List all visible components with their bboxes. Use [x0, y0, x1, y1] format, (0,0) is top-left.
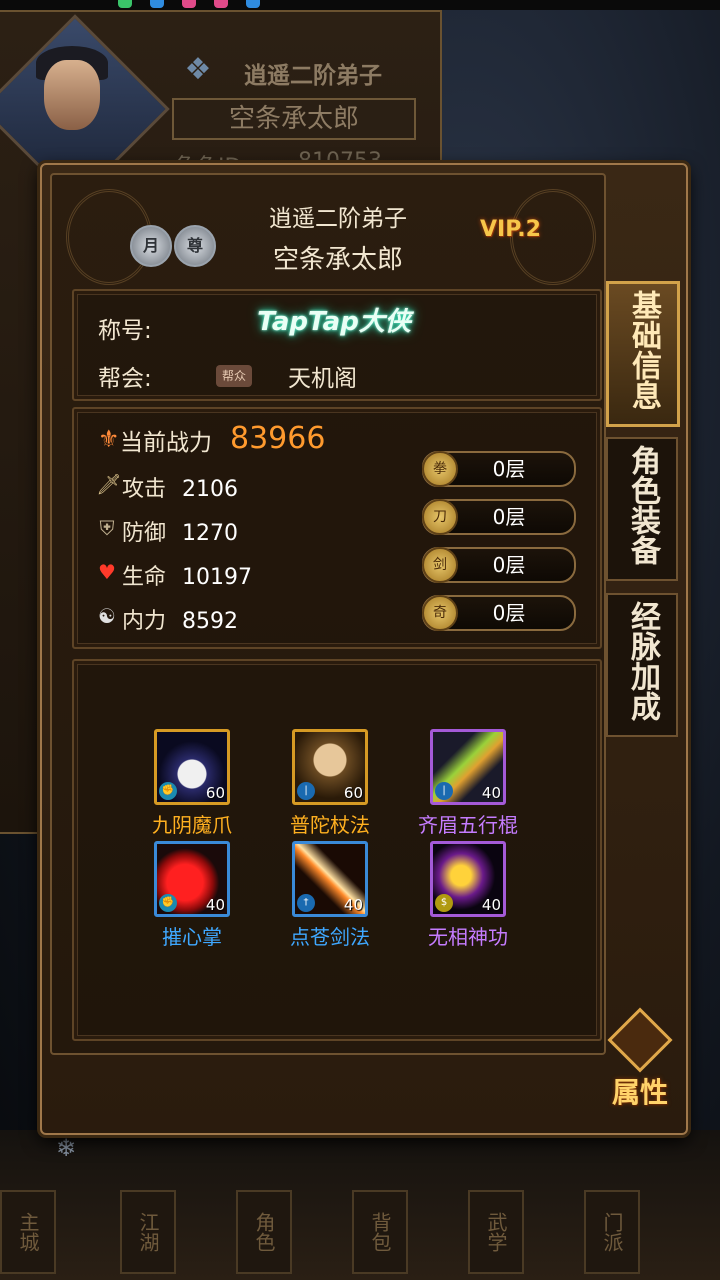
attributes-button[interactable]: 属性: [600, 1007, 680, 1109]
sword-type-icon: 剑: [422, 547, 458, 583]
title-label: 称号:: [98, 318, 152, 344]
stat-value-attack: 2106: [182, 477, 238, 502]
bg-rank-title: 逍遥二阶弟子: [244, 63, 382, 89]
skill-name: 点苍剑法: [290, 925, 370, 949]
special-icon: 奇: [422, 595, 458, 631]
layer-bar-fist[interactable]: 拳 0层: [422, 451, 576, 487]
yinyang-icon: ☯: [98, 604, 116, 628]
skill-level: 40: [343, 896, 363, 914]
layer-bar-special[interactable]: 奇 0层: [422, 595, 576, 631]
heart-icon: ♥: [98, 560, 116, 584]
fist-type-icon: ✊: [159, 894, 177, 912]
stat-name-attack: 攻击: [122, 477, 167, 502]
nav-main-city[interactable]: 主城: [0, 1190, 56, 1274]
app-icon: [118, 0, 132, 8]
nav-martial[interactable]: 武学: [468, 1190, 524, 1274]
palm-icon: ✊ 40: [154, 841, 230, 917]
skill-level: 60: [205, 784, 225, 802]
bg-player-name: 空条承太郎: [172, 98, 416, 140]
skill-level: 40: [481, 784, 501, 802]
sword-type-icon: †: [297, 894, 315, 912]
stat-value-inner-power: 8592: [182, 609, 238, 634]
tab-meridian[interactable]: 经脉加成: [606, 593, 678, 737]
layer-value: 0层: [492, 601, 526, 625]
nav-jianghu[interactable]: 江湖: [120, 1190, 176, 1274]
staff-type-icon: |: [297, 782, 315, 800]
nav-sect[interactable]: 门派: [584, 1190, 640, 1274]
skill-item[interactable]: | 40 齐眉五行棍: [398, 729, 538, 838]
skill-level: 40: [481, 896, 501, 914]
skill-item[interactable]: ✊ 60 九阴魔爪: [122, 729, 262, 838]
staff-type-icon: |: [435, 782, 453, 800]
skill-name: 无相神功: [428, 925, 508, 949]
layer-value: 0层: [492, 457, 526, 481]
nav-bag[interactable]: 背包: [352, 1190, 408, 1274]
guild-label: 帮会:: [98, 366, 152, 392]
skill-item[interactable]: ✊ 40 摧心掌: [122, 841, 262, 950]
sword-skill-icon: † 40: [292, 841, 368, 917]
stat-value-hp: 10197: [182, 565, 252, 590]
skill-name: 普陀杖法: [290, 813, 370, 837]
guild-role-tag: 帮众: [216, 365, 252, 387]
stat-name-defense: 防御: [122, 521, 167, 546]
honor-medal-icon[interactable]: 尊: [174, 225, 216, 267]
moon-medal-icon[interactable]: 月: [130, 225, 172, 267]
character-info-panel: 月 尊 逍遥二阶弟子 空条承太郎 VIP.2 称号: TapTap大侠 帮会: …: [40, 163, 688, 1135]
nav-character[interactable]: 角色: [236, 1190, 292, 1274]
rank-emblem-icon: ❖: [184, 52, 212, 87]
stat-value-defense: 1270: [182, 521, 238, 546]
attributes-label: 属性: [611, 1076, 668, 1109]
rank-title: 逍遥二阶弟子: [269, 206, 407, 232]
snowflake-icon: ❄: [56, 1134, 77, 1162]
guild-name[interactable]: 天机阁: [288, 359, 357, 393]
power-value: 83966: [230, 421, 326, 456]
skill-name: 齐眉五行棍: [418, 813, 518, 837]
stat-name-inner-power: 内力: [122, 609, 167, 634]
tab-label: 角色装备: [625, 445, 660, 565]
app-icon: [246, 0, 260, 8]
skill-item[interactable]: † 40 点苍剑法: [260, 841, 400, 950]
fist-icon: 拳: [422, 451, 458, 487]
layer-bar-blade[interactable]: 刀 0层: [422, 499, 576, 535]
skill-item[interactable]: | 60 普陀杖法: [260, 729, 400, 838]
inner-type-icon: $: [435, 894, 453, 912]
tab-label: 基础信息: [626, 290, 661, 410]
stat-name-hp: 生命: [122, 565, 167, 590]
status-bar: [0, 0, 720, 10]
app-icon: [214, 0, 228, 8]
monk-staff-icon: | 60: [292, 729, 368, 805]
power-label: 当前战力: [120, 430, 212, 456]
inner-art-icon: $ 40: [430, 841, 506, 917]
app-icon: [182, 0, 196, 8]
tab-label: 经脉加成: [625, 601, 660, 721]
layer-value: 0层: [492, 505, 526, 529]
tab-equipment[interactable]: 角色装备: [606, 437, 678, 581]
cudgel-icon: | 40: [430, 729, 506, 805]
skill-level: 40: [205, 896, 225, 914]
vip-badge[interactable]: VIP.2: [480, 217, 541, 242]
skill-level: 60: [343, 784, 363, 802]
panel-content: 月 尊 逍遥二阶弟子 空条承太郎 VIP.2 称号: TapTap大侠 帮会: …: [50, 173, 606, 1055]
title-badge[interactable]: TapTap大侠: [234, 299, 434, 345]
app-icon: [150, 0, 164, 8]
skill-name: 九阴魔爪: [152, 813, 232, 837]
skill-name: 摧心掌: [162, 925, 222, 949]
tab-basic-info[interactable]: 基础信息: [606, 281, 680, 427]
attributes-icon: [607, 1007, 673, 1073]
shield-icon: ⛨: [99, 516, 115, 540]
layer-bar-sword[interactable]: 剑 0层: [422, 547, 576, 583]
player-name: 空条承太郎: [272, 245, 403, 275]
fist-type-icon: ✊: [159, 782, 177, 800]
layer-value: 0层: [492, 553, 526, 577]
avatar: [44, 60, 100, 130]
sword-icon: 🗡: [96, 472, 122, 496]
skill-item[interactable]: $ 40 无相神功: [398, 841, 538, 950]
blade-icon: 刀: [422, 499, 458, 535]
claw-skull-icon: ✊ 60: [154, 729, 230, 805]
